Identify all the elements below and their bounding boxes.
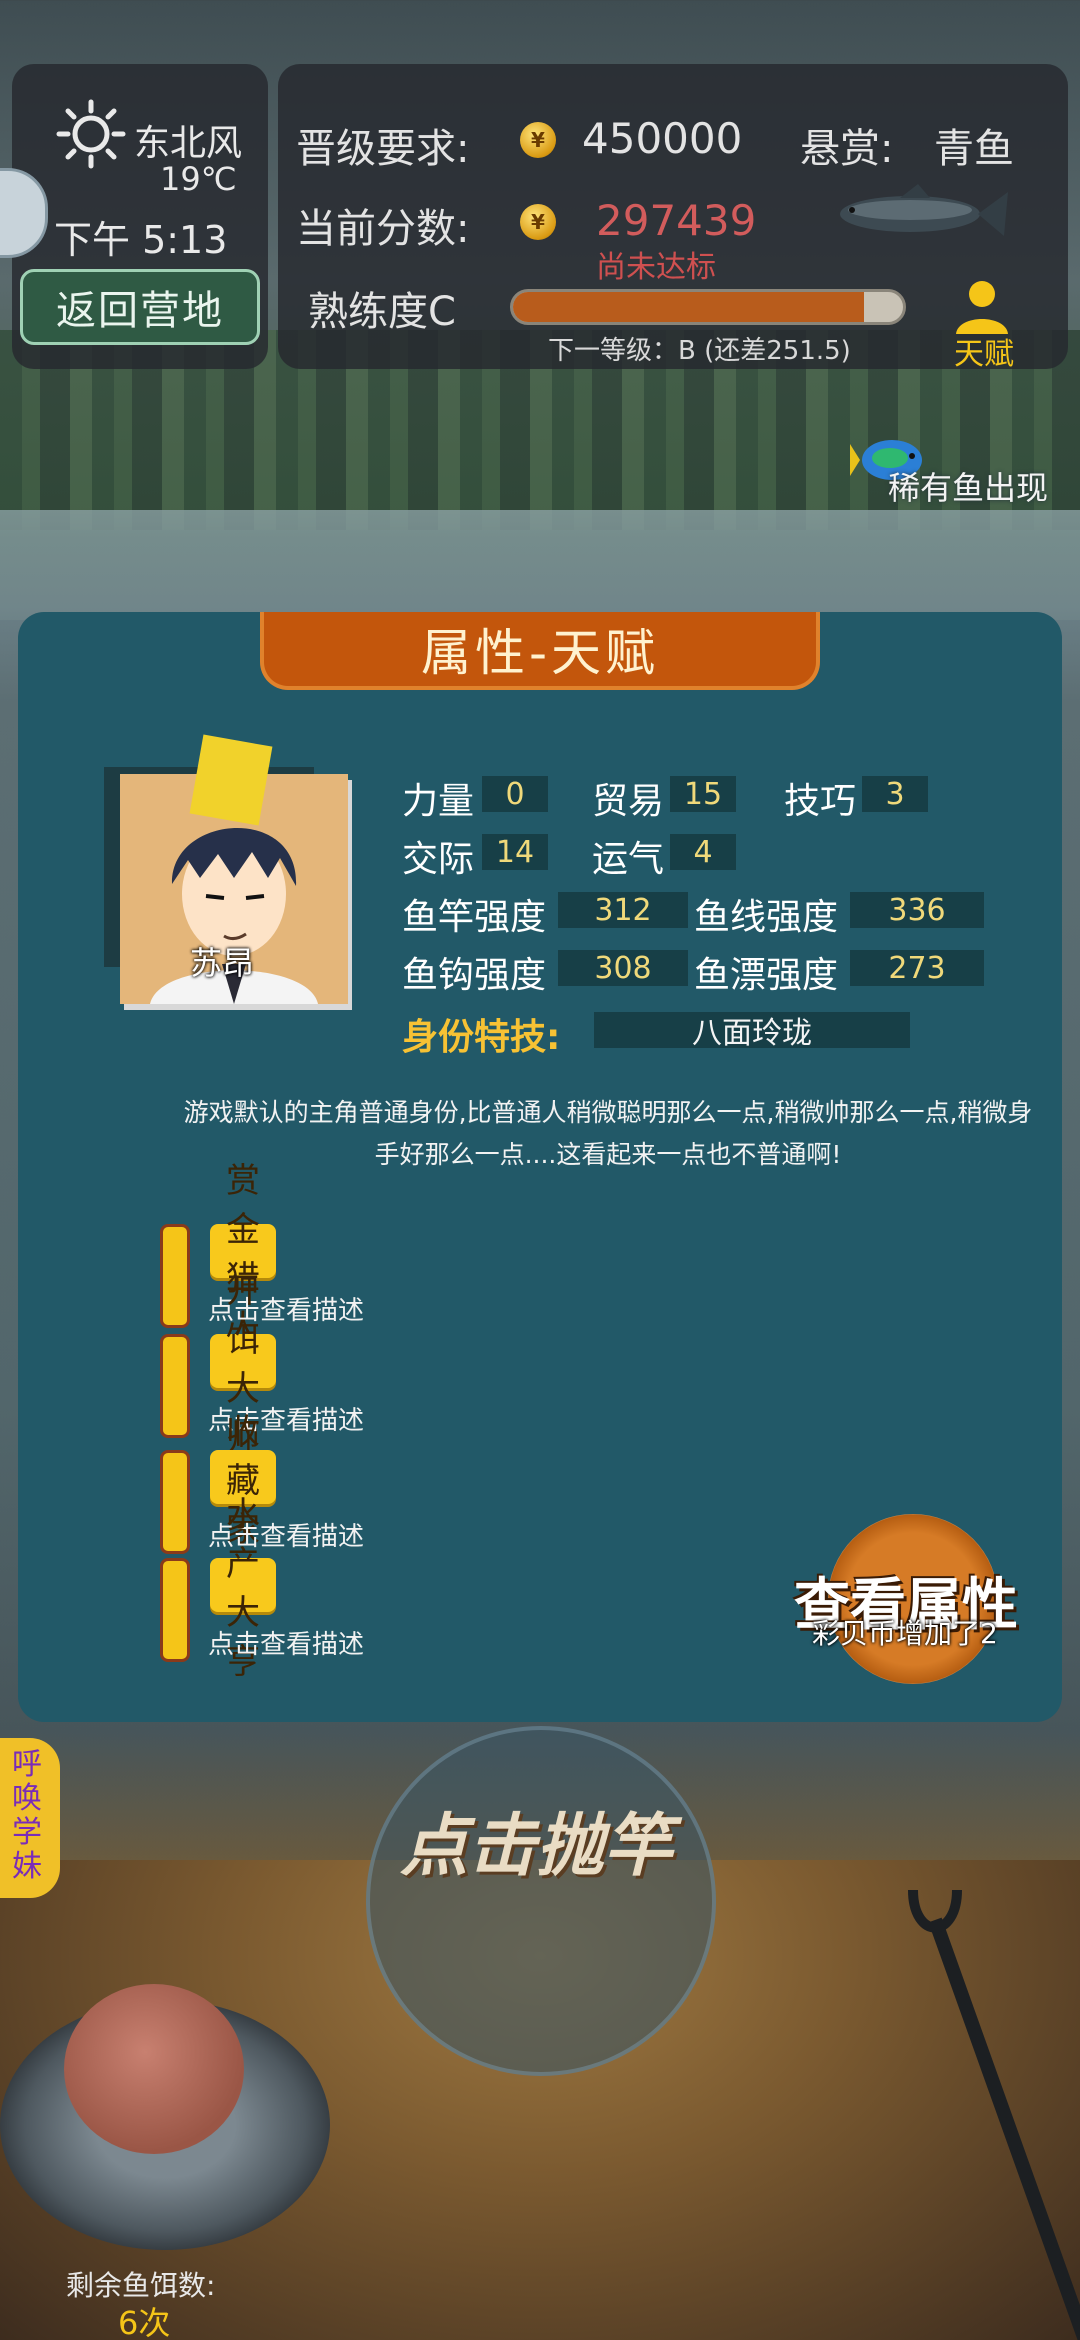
strength-value: 273 (850, 950, 984, 986)
stat-value: 0 (482, 776, 548, 812)
coin-toast: 彩贝币增加了2 (812, 1617, 998, 1650)
stat-value: 4 (670, 834, 736, 870)
stat-value: 14 (482, 834, 548, 870)
promotion-value: 450000 (582, 114, 743, 163)
score-panel: 晋级要求: ¥ 450000 悬赏: 青鱼 当前分数: ¥ 297439 尚未达… (278, 64, 1068, 372)
rare-fish-label: 稀有鱼出现 (888, 469, 1049, 507)
strength-value: 336 (850, 892, 984, 928)
current-score-label: 当前分数: (296, 206, 470, 252)
bait-ball-icon[interactable] (64, 1984, 244, 2154)
character-name: 苏昂 (190, 944, 255, 982)
bounty-label: 悬赏: (800, 126, 894, 172)
cast-rod-button[interactable] (366, 1726, 716, 2076)
tape-decoration (189, 734, 273, 826)
bounty-fish-name: 青鱼 (934, 126, 1014, 172)
talent-hint[interactable]: 点击查看描述 (208, 1624, 364, 1661)
strength-value: 312 (558, 892, 688, 928)
stat-value: 3 (862, 776, 928, 812)
weather-panel: 东北风 19℃ 下午 5:13 返回营地 (12, 64, 268, 369)
coin-icon: ¥ (520, 122, 556, 158)
cast-rod-label[interactable]: 点击抛竿 (400, 1790, 672, 1889)
promotion-label: 晋级要求: (296, 126, 470, 172)
identity-description: 游戏默认的主角普通身份,比普通人稍微聪明那么一点,稍微帅那么一点,稍微身手好那么… (183, 1098, 1033, 1169)
strength-label: 鱼漂强度 (694, 955, 839, 996)
strength-value: 308 (558, 950, 688, 986)
talent-name[interactable]: 开饵大师 (210, 1271, 276, 1458)
bait-count-value: 6次 (118, 2304, 171, 2340)
next-level-text: 下一等级：B (还差251.5) (548, 336, 851, 366)
stat-label: 交际 (402, 839, 475, 880)
stat-label: 运气 (592, 839, 665, 880)
proficiency-bar-fill (513, 292, 864, 322)
strength-label: 鱼线强度 (694, 897, 839, 938)
bounty-fish-icon (840, 184, 1008, 236)
talent-name[interactable]: 水产大亨 (210, 1495, 276, 1682)
stat-label: 技巧 (784, 781, 857, 822)
sun-icon (56, 99, 126, 169)
talent-button[interactable]: 天赋 (954, 329, 1014, 373)
proficiency-bar (510, 289, 906, 325)
current-score-value: 297439 (596, 196, 757, 245)
game-time: 下午 5:13 (54, 218, 228, 262)
strength-label: 鱼竿强度 (402, 897, 547, 938)
wind-direction: 东北风 (134, 123, 243, 164)
talent-marker (160, 1334, 190, 1438)
identity-skill-label: 身份特技: (402, 1017, 561, 1058)
strength-label: 鱼钩强度 (402, 955, 547, 996)
return-camp-button[interactable]: 返回营地 (20, 269, 260, 345)
talent-marker (160, 1224, 190, 1328)
background-lake (0, 510, 1080, 620)
talent-marker (160, 1558, 190, 1662)
coin-icon: ¥ (520, 204, 556, 240)
proficiency-label: 熟练度C (308, 289, 456, 335)
not-met-status: 尚未达标 (596, 250, 716, 285)
summon-label[interactable]: 呼唤学妹 (12, 1748, 52, 1884)
talent-marker (160, 1450, 190, 1554)
stat-label: 力量 (402, 781, 475, 822)
landing-net-icon[interactable] (895, 1880, 1080, 2340)
modal-title: 属性-天赋 (260, 612, 820, 690)
temperature: 19℃ (160, 160, 237, 198)
identity-skill-value: 八面玲珑 (594, 1012, 910, 1051)
stat-value: 15 (670, 776, 736, 812)
stat-label: 贸易 (592, 781, 665, 822)
